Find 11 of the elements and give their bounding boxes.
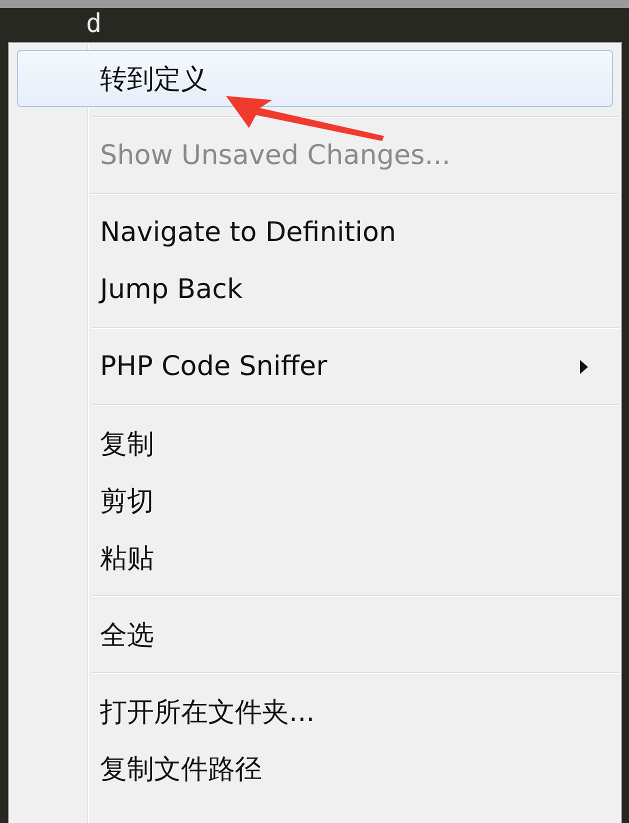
menu-item[interactable]: 全选 — [17, 606, 613, 663]
menu-item[interactable]: Jump Back — [17, 261, 613, 318]
menu-item[interactable]: 复制文件路径 — [17, 740, 613, 797]
menu-item[interactable]: 转到定义 — [17, 50, 613, 107]
code-text: d — [86, 9, 102, 39]
menu-item[interactable]: 粘贴 — [17, 529, 613, 586]
menu-item[interactable]: 剪切 — [17, 472, 613, 529]
menu-item[interactable]: 打开所在文件夹... — [17, 683, 613, 740]
menu-item[interactable]: 复制 — [17, 415, 613, 472]
menu-item[interactable]: Navigate to Definition — [17, 204, 613, 261]
menu-item[interactable]: PHP Code Sniffer — [17, 338, 613, 395]
